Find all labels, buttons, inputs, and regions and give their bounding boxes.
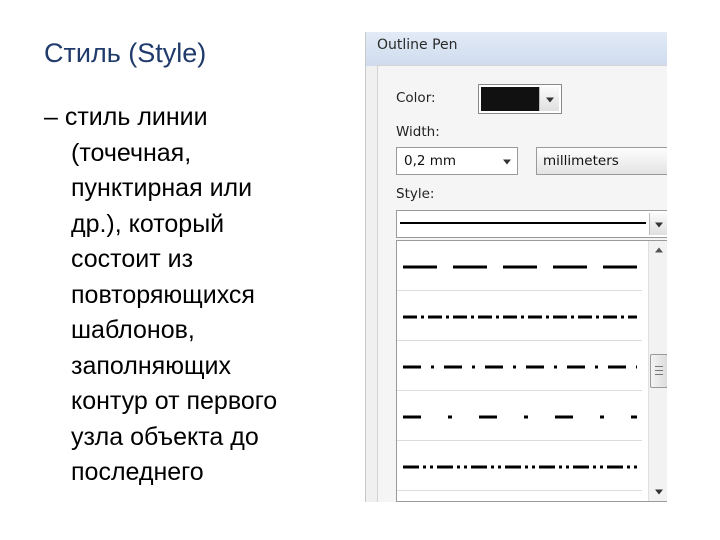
units-value: millimeters [543,153,619,169]
style-option-dash-dot-dot-fine[interactable] [397,441,642,491]
bullet-line: контур от первого [71,387,278,415]
slide-title: Стиль (Style) [44,38,207,68]
style-list-scrollbar[interactable] [648,241,667,501]
color-swatch [481,87,539,111]
scroll-thumb[interactable] [650,354,667,388]
style-combo[interactable] [396,210,667,238]
bullet-line: (точечная, [71,138,192,167]
style-label: Style: [396,186,435,202]
style-option-long-dash[interactable] [397,241,642,291]
width-combo[interactable]: 0,2 mm [396,147,518,175]
scroll-down-icon[interactable] [651,483,667,499]
chevron-down-icon[interactable] [649,213,667,235]
bullet-line: др.), который [71,209,225,238]
color-label: Color: [396,90,436,106]
style-option-dash-dot-fine[interactable] [397,291,642,341]
bullet-text: – стиль линии (точечная, пунктирная или … [44,100,344,491]
bullet-line: повторяющихся [71,280,255,309]
chevron-down-icon[interactable] [499,150,515,172]
bullet-line: состоит из [71,245,194,273]
outline-pen-dialog: Outline Pen Color: Width: 0,2 mm millime… [365,32,667,502]
width-label: Width: [396,124,440,140]
bullet-line: шаблонов, [71,316,195,344]
dialog-titlebar: Outline Pen [366,32,667,66]
style-option-dash-dot[interactable] [397,341,642,391]
bullet-line: – стиль линии [44,103,208,131]
scroll-up-icon[interactable] [651,243,667,259]
bullet-line: пунктирная или [71,174,253,202]
style-list[interactable] [396,240,667,502]
color-picker-button[interactable] [478,84,562,114]
style-option-dash-dot-sparse[interactable] [397,391,642,441]
bullet-line: узла объекта до [71,422,259,451]
units-select[interactable]: millimeters [536,147,667,175]
bullet-line: заполняющих [71,351,231,380]
dialog-title: Outline Pen [377,37,458,53]
chevron-down-icon[interactable] [539,87,559,111]
bullet-line: последнего [71,458,204,486]
solid-line-preview [400,222,646,224]
width-value: 0,2 mm [404,153,457,169]
